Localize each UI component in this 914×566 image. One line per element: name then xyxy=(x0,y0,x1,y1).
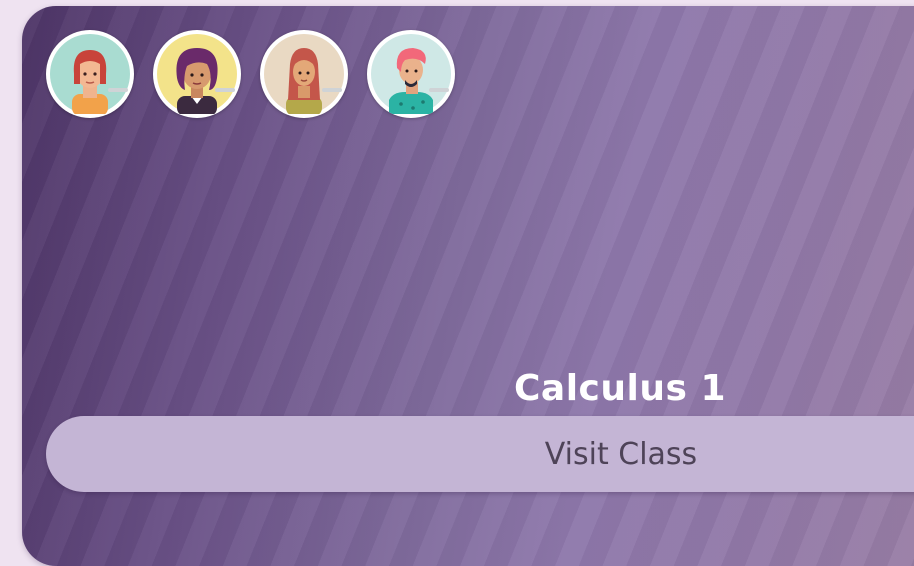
class-card: Calculus 1 Visit Class xyxy=(22,6,914,566)
man-pink-hair-avatar-icon xyxy=(371,34,451,114)
woman-long-hair-avatar-icon xyxy=(264,34,344,114)
visit-class-button[interactable]: Visit Class xyxy=(46,416,914,492)
woman-curly-hair-avatar-icon xyxy=(157,34,237,114)
member-avatar[interactable] xyxy=(260,30,348,118)
member-avatars xyxy=(46,30,455,118)
woman-red-hair-avatar-icon xyxy=(50,34,130,114)
class-title: Calculus 1 xyxy=(514,368,726,409)
member-avatar[interactable] xyxy=(153,30,241,118)
member-avatar[interactable] xyxy=(367,30,455,118)
member-avatar[interactable] xyxy=(46,30,134,118)
